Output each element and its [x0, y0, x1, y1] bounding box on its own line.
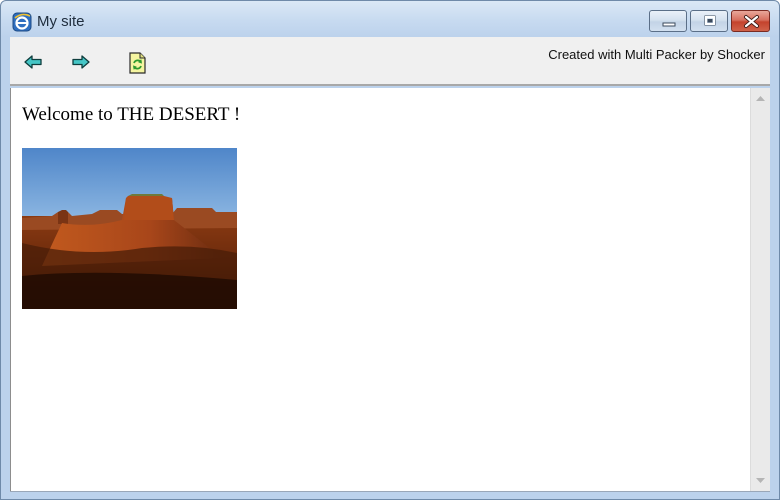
- desert-photo: [22, 148, 237, 309]
- close-button[interactable]: [731, 10, 770, 32]
- welcome-heading: Welcome to THE DESERT !: [22, 104, 241, 125]
- credit-text: Created with Multi Packer by Shocker: [548, 47, 765, 62]
- refresh-button[interactable]: [126, 51, 148, 75]
- maximize-icon: [704, 15, 716, 26]
- maximize-button[interactable]: [690, 10, 728, 32]
- vertical-scrollbar[interactable]: [750, 88, 770, 491]
- forward-button[interactable]: [69, 52, 91, 72]
- toolbar: Created with Multi Packer by Shocker: [10, 37, 770, 86]
- forward-arrow-icon: [72, 55, 90, 69]
- minimize-button[interactable]: [649, 10, 687, 32]
- minimize-icon: [662, 22, 676, 27]
- window-title: My site: [37, 13, 85, 30]
- app-icon: [12, 12, 32, 32]
- scroll-up-icon[interactable]: [756, 95, 765, 101]
- refresh-page-icon: [129, 52, 146, 74]
- close-icon: [744, 15, 759, 28]
- back-button[interactable]: [23, 52, 45, 72]
- page-content: Welcome to THE DESERT !: [10, 88, 750, 491]
- window-bottom-border: [10, 491, 770, 492]
- scroll-down-icon[interactable]: [756, 478, 765, 484]
- browser-window: My site Created with Multi Packer by Sho…: [0, 0, 780, 500]
- back-arrow-icon: [24, 55, 42, 69]
- title-bar[interactable]: My site: [1, 1, 779, 37]
